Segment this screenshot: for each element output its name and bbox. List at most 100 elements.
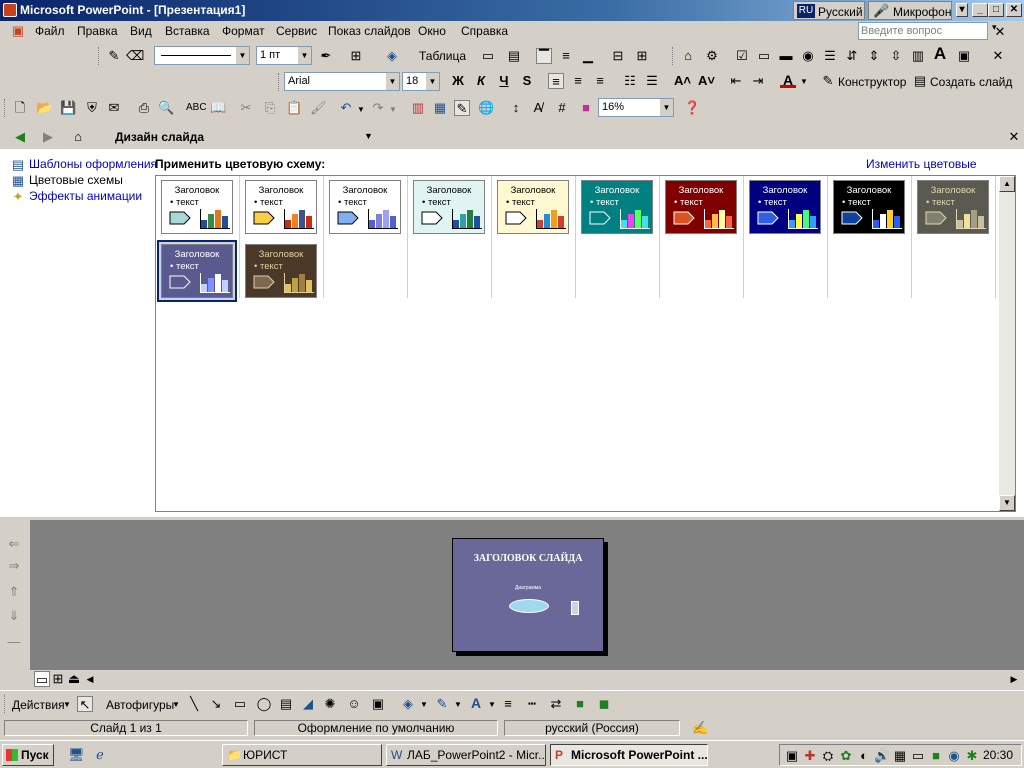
menu-help[interactable]: Справка: [461, 24, 508, 38]
color-scheme-option[interactable]: Заголовок • текст: [245, 180, 317, 234]
network-icon[interactable]: ▭: [910, 748, 926, 764]
tray-icon-3[interactable]: ⛭: [820, 748, 836, 764]
menu-view[interactable]: Вид: [130, 24, 152, 38]
align-top-icon[interactable]: ▔: [536, 48, 552, 64]
expand-icon[interactable]: ↕: [508, 100, 524, 116]
merge-cells-icon[interactable]: ▭: [480, 48, 496, 64]
tray-icon-10[interactable]: ◉: [946, 748, 962, 764]
fill-color-icon[interactable]: ◈: [384, 48, 400, 64]
color-scheme-option[interactable]: Заголовок • текст: [161, 180, 233, 234]
animation-effects-link[interactable]: Эффекты анимации: [29, 189, 142, 203]
combobox-icon[interactable]: ⇵: [844, 48, 860, 64]
align-right-icon[interactable]: ≡: [592, 73, 608, 89]
zoom-select[interactable]: 16% ▼: [598, 98, 674, 117]
research-icon[interactable]: 📖: [210, 100, 226, 116]
ask-dropdown-icon[interactable]: ▾: [992, 22, 997, 33]
tray-icon-9[interactable]: ■: [928, 748, 944, 764]
tray-icon-4[interactable]: ✿: [838, 748, 854, 764]
line-style-select[interactable]: ▼: [154, 46, 250, 65]
demote-icon[interactable]: ⇒: [6, 558, 22, 574]
bullets-icon[interactable]: ☰: [644, 73, 660, 89]
undo-dropdown-icon[interactable]: ▼: [357, 105, 365, 114]
document-icon[interactable]: ▣: [10, 23, 26, 39]
toolbar-grip[interactable]: [98, 47, 101, 65]
spelling-status-icon[interactable]: ✍: [692, 720, 708, 736]
home-icon[interactable]: ⌂: [70, 129, 86, 145]
paste-icon[interactable]: 📋: [286, 100, 302, 116]
eraser-icon[interactable]: ⌫: [126, 48, 144, 64]
fill-color-icon[interactable]: ◈: [400, 696, 416, 712]
move-up-icon[interactable]: ⇑: [6, 584, 22, 600]
scroll-up-icon[interactable]: ▲: [999, 176, 1015, 192]
shadow-button[interactable]: S: [519, 73, 535, 89]
font-color-draw-dropdown-icon[interactable]: ▼: [488, 700, 496, 709]
tray-icon-2[interactable]: ✚: [802, 748, 818, 764]
align-left-icon[interactable]: ≡: [548, 73, 564, 89]
cut-icon[interactable]: ✂: [238, 100, 254, 116]
distribute-rows-icon[interactable]: ⊟: [610, 48, 626, 64]
properties-icon[interactable]: ⚙: [704, 48, 720, 64]
label-control-icon[interactable]: A: [932, 45, 948, 62]
designer-icon[interactable]: ✎: [820, 73, 836, 89]
slide-sorter-view-icon[interactable]: ⊞: [50, 671, 66, 687]
color-scheme-option[interactable]: Заголовок • текст: [833, 180, 905, 234]
copy-icon[interactable]: ⎘: [262, 100, 278, 116]
redo-icon[interactable]: ↷: [370, 100, 386, 116]
font-color-draw-icon[interactable]: A: [468, 695, 484, 711]
task-pane-dropdown-icon[interactable]: ▼: [364, 131, 373, 141]
line-icon[interactable]: ╲: [186, 696, 202, 712]
print-icon[interactable]: ⎙: [136, 100, 152, 116]
insert-picture-icon[interactable]: ▣: [370, 696, 386, 712]
split-cell-icon[interactable]: ▤: [506, 48, 522, 64]
arrow-style-icon[interactable]: ⇄: [548, 696, 564, 712]
oval-icon[interactable]: ◯: [256, 696, 272, 712]
save-icon[interactable]: 💾: [60, 100, 76, 116]
font-select[interactable]: Arial ▼: [284, 72, 400, 91]
tray-icon-7[interactable]: ▦: [892, 748, 908, 764]
rectangle-icon[interactable]: ▭: [232, 696, 248, 712]
menu-insert[interactable]: Вставка: [165, 24, 210, 38]
close-button[interactable]: ✕: [1006, 3, 1022, 17]
slideshow-view-icon[interactable]: ⏏: [66, 671, 82, 687]
select-objects-icon[interactable]: ↖: [77, 696, 93, 712]
line-color-icon[interactable]: ✎: [434, 696, 450, 712]
menu-edit[interactable]: Правка: [77, 24, 118, 38]
center-vertically-icon[interactable]: ≡: [558, 48, 574, 64]
color-schemes-link[interactable]: Цветовые схемы: [29, 173, 123, 187]
menu-file[interactable]: Файл: [35, 24, 65, 38]
color-scheme-option[interactable]: Заголовок • текст: [749, 180, 821, 234]
color-scheme-option[interactable]: Заголовок • текст: [161, 244, 233, 298]
color-grayscale-icon[interactable]: ■: [578, 100, 594, 116]
shadow-style-icon[interactable]: ■: [572, 696, 588, 712]
redo-dropdown-icon[interactable]: ▼: [389, 105, 397, 114]
scroll-right-icon[interactable]: ▶: [1006, 671, 1022, 687]
insert-table-icon[interactable]: ▦: [432, 100, 448, 116]
italic-button[interactable]: К: [473, 73, 489, 89]
distribute-columns-icon[interactable]: ⊞: [634, 48, 650, 64]
autoshapes-menu[interactable]: Автофигуры: [106, 698, 174, 712]
tables-borders-toggle-icon[interactable]: ✎: [454, 100, 470, 116]
actions-menu[interactable]: Действия: [12, 698, 65, 712]
gallery-scrollbar[interactable]: ▲ ▼: [999, 176, 1015, 511]
normal-view-icon[interactable]: ▭: [34, 671, 50, 687]
bold-button[interactable]: Ж: [450, 73, 466, 89]
tray-icon-11[interactable]: ✱: [964, 748, 980, 764]
image-control-icon[interactable]: ▣: [956, 48, 972, 64]
fill-dropdown-icon[interactable]: ▼: [420, 700, 428, 709]
wordart-icon[interactable]: ◢: [300, 696, 316, 712]
design-mode-icon[interactable]: ⌂: [680, 48, 696, 64]
taskbar-powerpoint-button[interactable]: P Microsoft PowerPoint ...: [550, 744, 708, 766]
decrease-font-icon[interactable]: A˅: [698, 73, 715, 89]
color-scheme-option[interactable]: Заголовок • текст: [665, 180, 737, 234]
powerpoint-app-icon[interactable]: [3, 3, 17, 17]
color-scheme-option[interactable]: Заголовок • текст: [581, 180, 653, 234]
color-scheme-option[interactable]: Заголовок • текст: [917, 180, 989, 234]
diagram-icon[interactable]: ✺: [322, 696, 338, 712]
toolbar-grip[interactable]: [4, 695, 7, 713]
promote-icon[interactable]: ⇐: [6, 536, 22, 552]
move-down-icon[interactable]: ⇓: [6, 608, 22, 624]
numbering-icon[interactable]: ☷: [622, 73, 638, 89]
minimize-button[interactable]: _: [972, 3, 988, 17]
help-icon[interactable]: ❓: [684, 100, 700, 116]
format-painter-icon[interactable]: 🖌: [310, 100, 327, 116]
